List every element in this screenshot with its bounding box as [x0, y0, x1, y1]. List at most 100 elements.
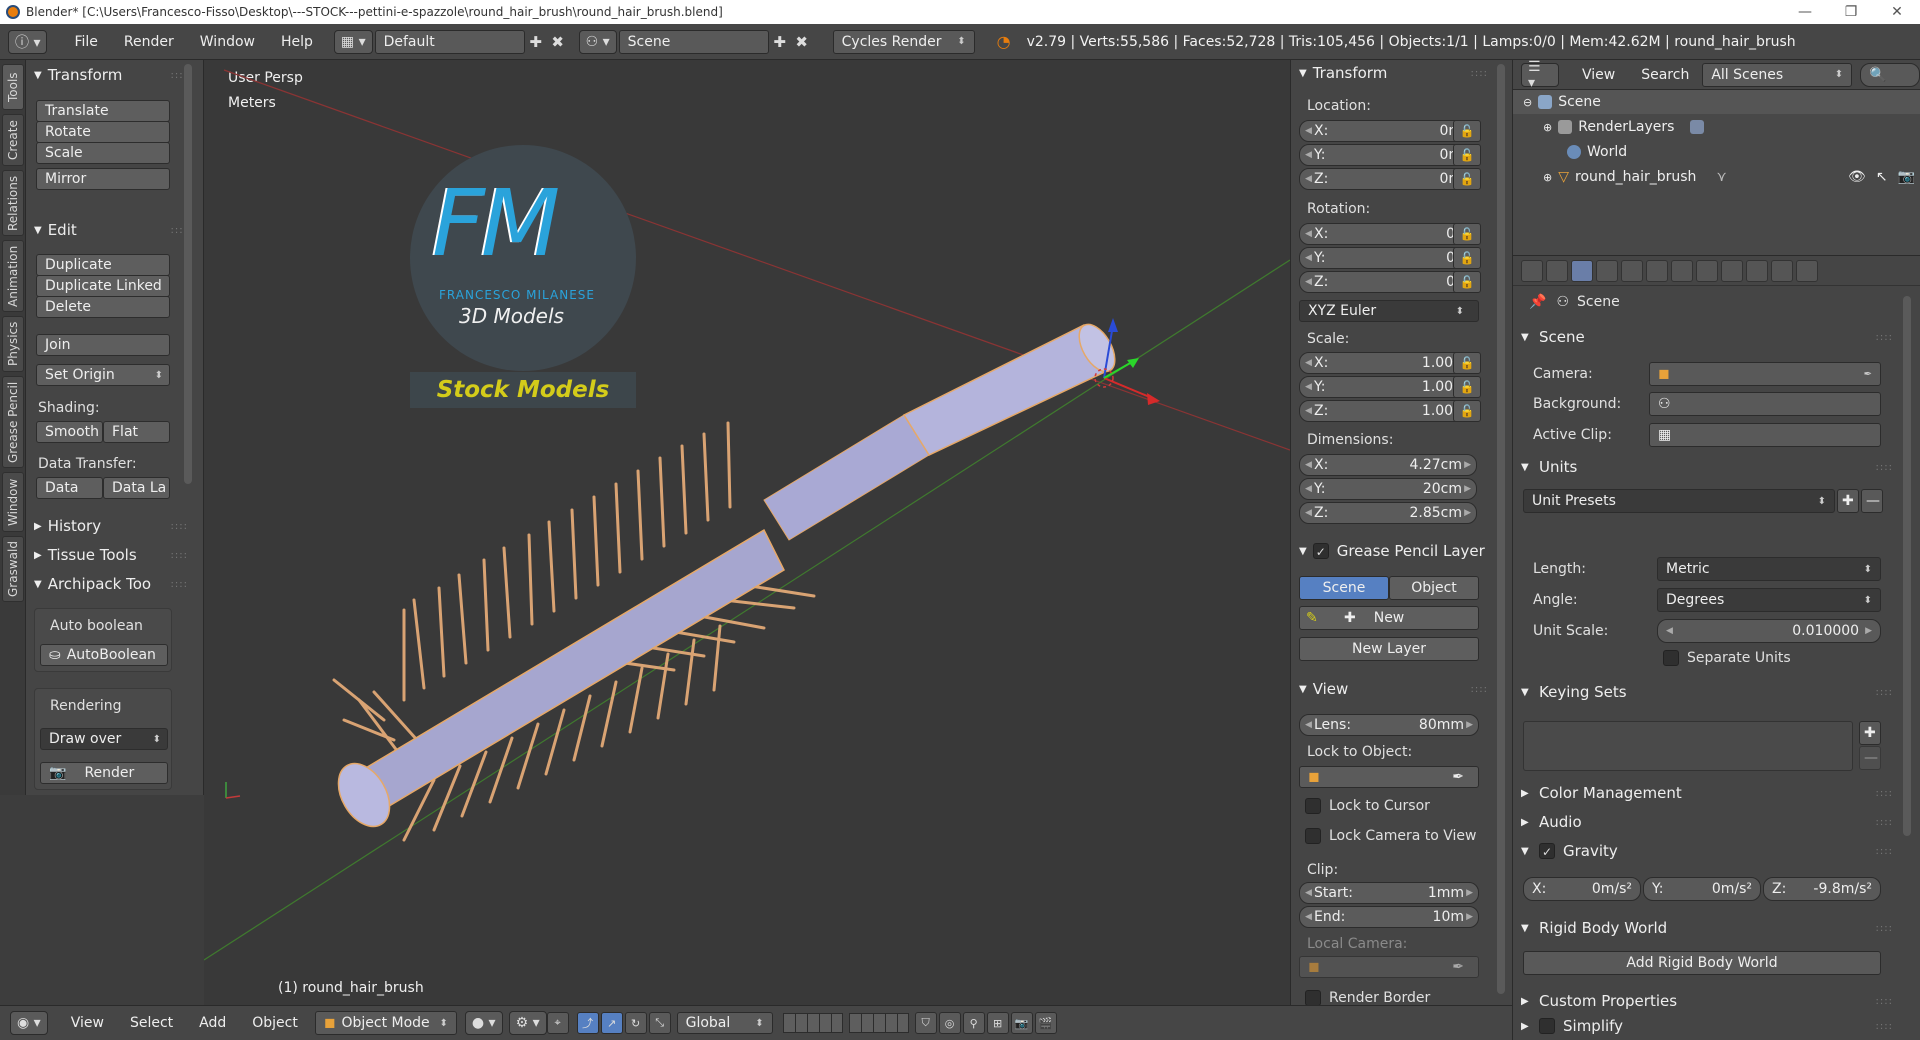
scale-button[interactable]: Scale — [36, 142, 170, 164]
lock-camera-option[interactable]: Lock Camera to View — [1305, 828, 1477, 844]
dimension-y-field[interactable]: ◀ Y: 20cm ▶ — [1299, 478, 1477, 500]
render-layer-toggle-icon[interactable] — [1690, 120, 1705, 134]
tab-tools[interactable]: Tools — [2, 64, 24, 110]
manipulator-toggle-icon[interactable]: ⌖ — [546, 1012, 569, 1034]
outliner-item-renderlayers[interactable]: ⊕ RenderLayers — [1513, 115, 1920, 139]
data-layout-button[interactable]: Data La — [103, 477, 170, 499]
tissue-tools-panel-header[interactable]: ▶ Tissue Tools :::: — [26, 542, 196, 568]
outliner-editor-type-icon[interactable]: ☰ ▾ — [1521, 59, 1559, 91]
pin-icon[interactable]: 📌 — [1529, 294, 1546, 310]
layers-grid-b[interactable] — [848, 1013, 909, 1033]
add-layout-icon[interactable]: ✚ — [525, 30, 547, 54]
lock-location-y-icon[interactable]: 🔓 — [1453, 144, 1481, 166]
minimize-button[interactable]: — — [1782, 4, 1828, 20]
grease-pencil-layer-header[interactable]: ▼ Grease Pencil Layer — [1291, 538, 1496, 564]
menu-help[interactable]: Help — [268, 34, 326, 50]
scene-render[interactable] — [204, 60, 1290, 1005]
panel-grip-icon[interactable]: :::: — [1471, 68, 1488, 79]
angle-select[interactable]: Degrees ⬍ — [1657, 588, 1881, 612]
n-transform-header[interactable]: ▼ Transform :::: — [1291, 60, 1496, 86]
outliner-view-menu[interactable]: View — [1569, 67, 1628, 83]
dimension-x-field[interactable]: ◀ X: 4.27cm ▶ — [1299, 454, 1477, 476]
proportional-edit-icon[interactable]: ◎ — [938, 1012, 961, 1034]
opengl-animation-icon[interactable]: 🎬 — [1034, 1012, 1057, 1034]
lock-scale-x-icon[interactable]: 🔓 — [1453, 352, 1481, 374]
location-y-field[interactable]: ◀Y:0m▶ — [1299, 144, 1477, 166]
menu-add[interactable]: Add — [186, 1015, 239, 1031]
lock-object-field[interactable]: ◼ ✒ — [1299, 766, 1479, 788]
local-camera-field[interactable]: ◼ ✒ — [1299, 956, 1479, 978]
dimension-z-field[interactable]: ◀ Z: 2.85cm ▶ — [1299, 502, 1477, 524]
auto-boolean-button[interactable]: ⛀ AutoBoolean — [40, 644, 168, 666]
tab-physics[interactable]: Physics — [2, 316, 24, 372]
location-z-field[interactable]: ◀Z:0m▶ — [1299, 168, 1477, 190]
edit-panel-header[interactable]: ▼ Edit :::: — [26, 217, 196, 243]
gravity-checkbox[interactable] — [1539, 843, 1555, 859]
eyedropper-icon[interactable]: ✒ — [1864, 369, 1872, 380]
object-context-tab[interactable] — [1621, 259, 1643, 282]
set-origin-select[interactable]: Set Origin ⬍ — [36, 364, 170, 386]
lock-location-x-icon[interactable]: 🔓 — [1453, 120, 1481, 142]
render-layers-context-tab[interactable] — [1546, 259, 1568, 282]
expand-icon[interactable]: ⊕ — [1543, 171, 1552, 184]
mirror-button[interactable]: Mirror — [36, 168, 170, 190]
tab-animation[interactable]: Animation — [2, 240, 24, 312]
keying-sets-section-header[interactable]: ▼ Keying Sets:::: — [1521, 679, 1893, 705]
outliner-item-world[interactable]: World — [1513, 140, 1920, 164]
menu-window[interactable]: Window — [187, 34, 268, 50]
tab-window[interactable]: Window — [2, 472, 24, 532]
unit-scale-field[interactable]: ◀ 0.010000 ▶ — [1657, 619, 1881, 643]
menu-file[interactable]: File — [61, 34, 110, 50]
snap-element-icon[interactable]: ⊞ — [986, 1012, 1009, 1034]
archipack-panel-header[interactable]: ▼ Archipack Too :::: — [26, 571, 196, 597]
smooth-shading-button[interactable]: Smooth — [36, 421, 103, 443]
grease-pencil-layer-checkbox[interactable] — [1312, 543, 1329, 559]
unit-presets-select[interactable]: Unit Presets ⬍ — [1523, 489, 1835, 513]
transform-orientation-select[interactable]: Global ⬍ — [676, 1012, 773, 1034]
duplicate-button[interactable]: Duplicate — [36, 254, 170, 276]
layer-lock-icon[interactable]: ⛉ — [914, 1012, 937, 1034]
clip-start-field[interactable]: ◀ Start: 1mm ▶ — [1299, 882, 1479, 904]
draw-over-select[interactable]: Draw over ⬍ — [40, 728, 168, 750]
render-engine-select[interactable]: Cycles Render ⬍ — [832, 29, 975, 54]
scene-context-tab[interactable] — [1571, 259, 1593, 282]
scale-x-field[interactable]: ◀X:1.000▶ — [1299, 352, 1477, 374]
add-keying-set-button[interactable]: ✚ — [1859, 721, 1881, 745]
renderability-camera-icon[interactable]: 📷 — [1898, 169, 1915, 185]
tab-graswald[interactable]: Graswald — [2, 536, 24, 602]
rotation-mode-select[interactable]: XYZ Euler ⬍ — [1299, 300, 1479, 322]
data-context-tab[interactable] — [1696, 259, 1718, 282]
gravity-x-field[interactable]: X: 0m/s² — [1523, 877, 1641, 901]
render-border-checkbox[interactable] — [1305, 990, 1321, 1006]
eyedropper-icon[interactable]: ✒ — [1452, 959, 1464, 975]
separate-units-checkbox[interactable] — [1663, 650, 1679, 666]
color-management-section-header[interactable]: ▶ Color Management:::: — [1521, 780, 1893, 806]
remove-preset-button[interactable]: — — [1861, 489, 1883, 513]
gravity-z-field[interactable]: Z: -9.8m/s² — [1763, 877, 1881, 901]
screen-layout-field[interactable]: Default — [374, 29, 525, 54]
scene-selector-icon[interactable]: ⚇ ▾ — [578, 29, 617, 54]
camera-field[interactable]: ◼ ✒ — [1649, 362, 1881, 386]
outliner-filter-select[interactable]: All Scenes ⬍ — [1702, 62, 1853, 87]
outliner-item-round-hair-brush[interactable]: ⊕ ▽ round_hair_brush ⋎ 👁 ↖ 📷 — [1513, 165, 1920, 189]
menu-render[interactable]: Render — [111, 34, 187, 50]
scene-field[interactable]: Scene — [618, 29, 769, 54]
lens-field[interactable]: ◀ Lens: 80mm ▶ — [1299, 714, 1479, 736]
keying-sets-list[interactable] — [1523, 721, 1853, 771]
lock-scale-z-icon[interactable]: 🔓 — [1453, 400, 1481, 422]
rotate-button[interactable]: Rotate — [36, 121, 170, 143]
gravity-y-field[interactable]: Y: 0m/s² — [1643, 877, 1761, 901]
gp-new-layer-button[interactable]: New Layer — [1299, 637, 1479, 661]
delete-button[interactable]: Delete — [36, 296, 170, 318]
tool-shelf-scrollbar[interactable] — [184, 64, 192, 484]
properties-scrollbar[interactable] — [1903, 296, 1911, 836]
modifiers-context-tab[interactable] — [1671, 259, 1693, 282]
menu-object[interactable]: Object — [239, 1015, 311, 1031]
snap-toggle-icon[interactable]: ⚲ — [962, 1012, 985, 1034]
lock-to-cursor-option[interactable]: Lock to Cursor — [1305, 798, 1430, 814]
length-select[interactable]: Metric ⬍ — [1657, 557, 1881, 581]
opengl-render-icon[interactable]: 📷 — [1010, 1012, 1033, 1034]
custom-properties-section-header[interactable]: ▶ Custom Properties:::: — [1521, 988, 1893, 1014]
data-transfer-button[interactable]: Data — [36, 477, 103, 499]
screen-layout-icon[interactable]: ▦ ▾ — [333, 29, 373, 54]
